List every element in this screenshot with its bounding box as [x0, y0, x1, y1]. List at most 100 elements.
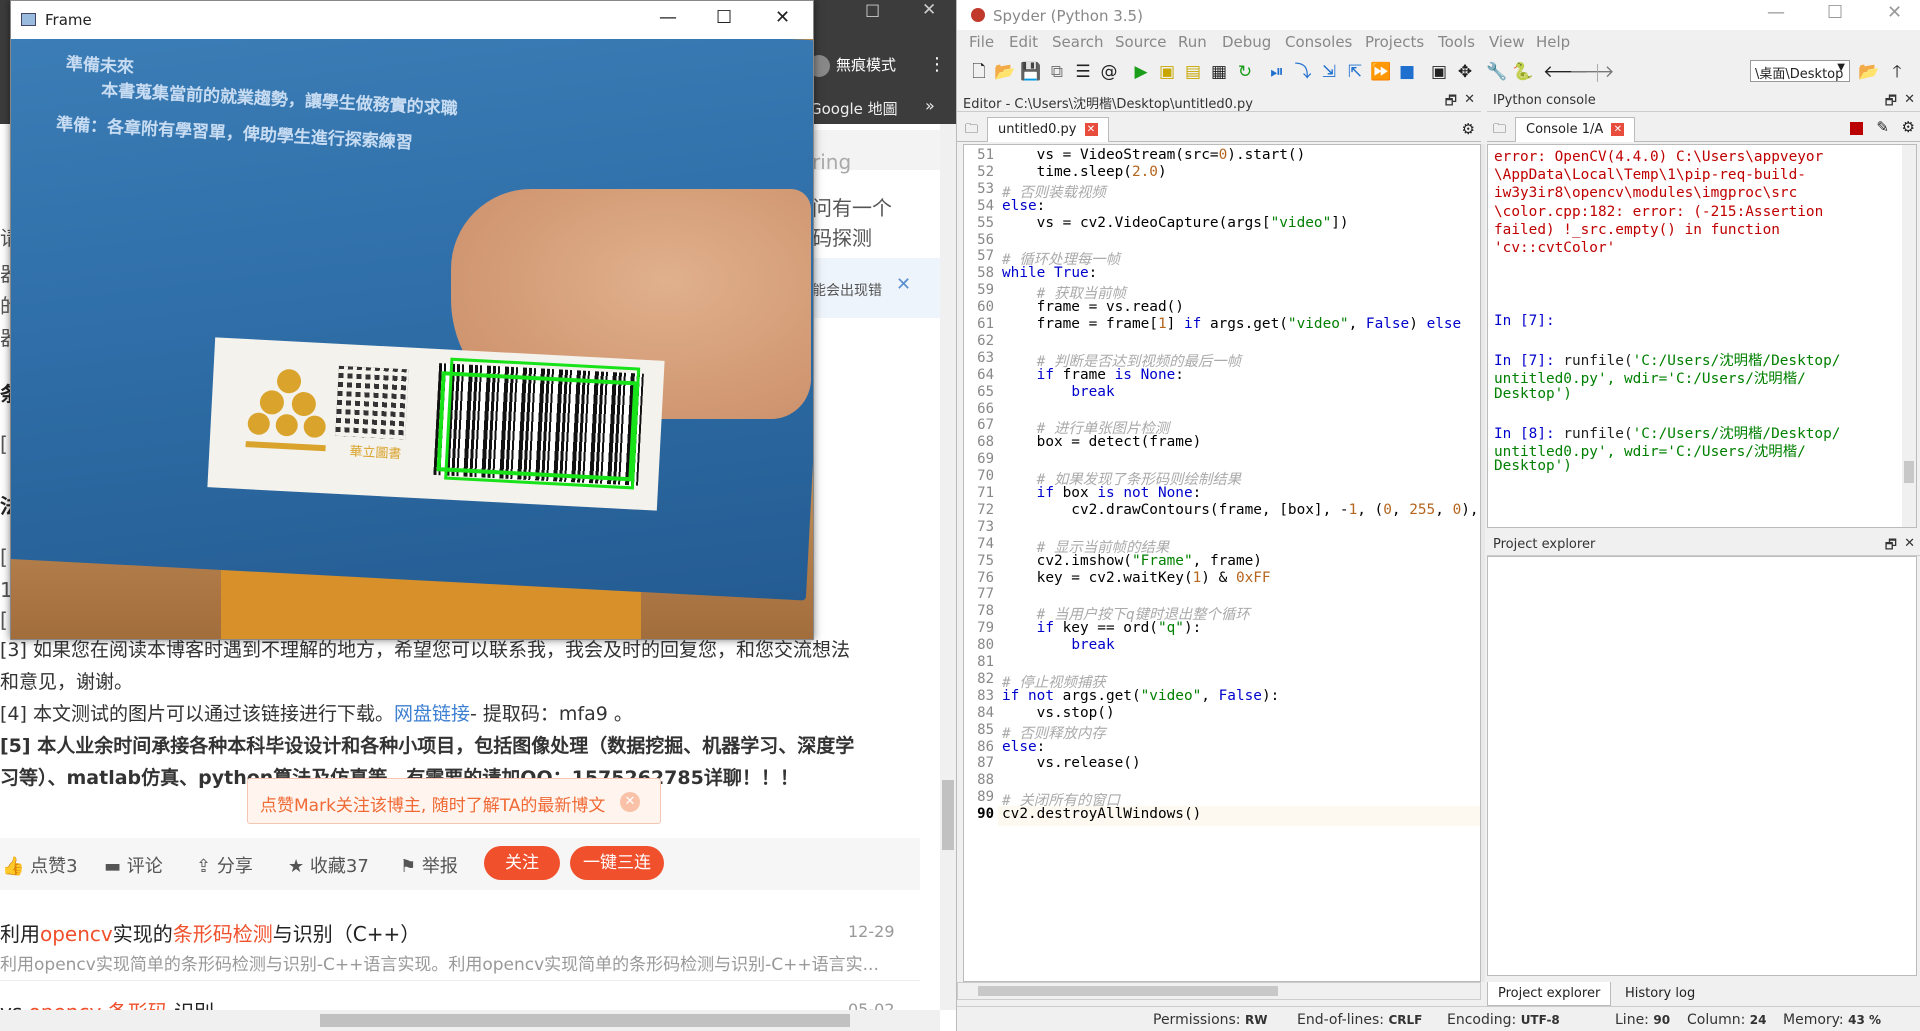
ipython-console[interactable]: error: OpenCV(4.4.0) C:\Users\appveyor \A…	[1487, 144, 1917, 528]
undock-icon[interactable]: 🗗	[1885, 92, 1897, 114]
menu-tools[interactable]: Tools	[1438, 33, 1475, 51]
tab-close-icon[interactable]: ✕	[1084, 123, 1098, 136]
code-editor[interactable]: 51 52 53 54 55 56 57 58 59 60 61 62 63 64 65 66 67 68 69 70…	[963, 144, 1481, 982]
stop-debug-icon[interactable]: ■	[1395, 60, 1419, 84]
gear-icon[interactable]: ⚙	[1462, 120, 1475, 138]
python-path-icon[interactable]: 🐍	[1511, 60, 1535, 84]
menu-edit[interactable]: Edit	[1009, 33, 1038, 51]
undock-icon[interactable]: 🗗	[1885, 536, 1897, 558]
project-header-label: Project explorer	[1493, 537, 1596, 552]
maximize-icon[interactable]: ☐	[716, 7, 732, 28]
splitter[interactable]	[1481, 144, 1485, 982]
close-pane-icon[interactable]: ✕	[1904, 536, 1915, 551]
bookmarks-overflow-icon[interactable]: »	[925, 96, 935, 115]
incognito-indicator[interactable]: 無痕模式	[808, 54, 896, 77]
browser-horizontal-scrollbar[interactable]	[0, 1010, 940, 1031]
fullscreen-icon[interactable]: ✥	[1453, 60, 1477, 84]
triple-action-button[interactable]: 一键三连	[570, 846, 664, 880]
menu-view[interactable]: View	[1489, 33, 1525, 51]
scroll-thumb[interactable]	[978, 986, 1278, 996]
parent-directory-icon[interactable]: 🡑	[1885, 60, 1909, 84]
maximize-pane-icon[interactable]: ▣	[1427, 60, 1451, 84]
browser-maximize-icon[interactable]: ☐	[865, 2, 880, 22]
follow-button[interactable]: 关注	[484, 846, 560, 880]
menu-search[interactable]: Search	[1052, 33, 1104, 51]
tab-close-icon[interactable]: ✕	[1611, 123, 1625, 136]
tab-project-explorer[interactable]: Project explorer	[1487, 982, 1612, 1006]
comment-button[interactable]: ▬ 评论	[104, 852, 163, 878]
bookmark-google-maps[interactable]: Google 地圖	[810, 98, 898, 119]
preferences-icon[interactable]: 🔧	[1485, 60, 1509, 84]
browse-tabs-icon[interactable]: 🗀	[965, 120, 978, 142]
related-title-highlight: 条形码检测	[172, 922, 273, 946]
open-file-icon[interactable]: 📂	[993, 60, 1017, 84]
frame-titlebar[interactable]: Frame — ☐ ✕	[11, 1, 813, 39]
stop-kernel-icon[interactable]	[1850, 122, 1863, 135]
collect-button[interactable]: ★ 收藏37	[288, 852, 369, 878]
run-selection-icon[interactable]: ▦	[1207, 60, 1231, 84]
continue-icon[interactable]: ⏩	[1369, 60, 1393, 84]
run-icon[interactable]: ▶	[1129, 60, 1153, 84]
tab-history-log[interactable]: History log	[1615, 982, 1705, 1005]
list-icon[interactable]: ☰	[1071, 60, 1095, 84]
run-cell-advance-icon[interactable]: ▤	[1181, 60, 1205, 84]
menu-debug[interactable]: Debug	[1222, 33, 1271, 51]
working-directory-combo[interactable]: \桌面\Desktop ▼	[1750, 60, 1850, 82]
minimize-icon[interactable]: —	[659, 7, 677, 28]
line-number: 60	[977, 299, 994, 316]
frame-window[interactable]: Frame — ☐ ✕ 準備未來 本書蒐集當前的就業趨勢，讓學生做務實的求職 準…	[10, 0, 814, 640]
save-all-icon[interactable]: ⧉	[1045, 60, 1069, 84]
undock-icon[interactable]: 🗗	[1445, 92, 1457, 114]
close-pane-icon[interactable]: ✕	[1464, 92, 1475, 107]
spyder-titlebar[interactable]: Spyder (Python 3.5) — ☐ ✕	[957, 0, 1920, 30]
browse-directory-icon[interactable]: 📂	[1857, 60, 1881, 84]
menu-file[interactable]: File	[969, 33, 994, 51]
status-label: Encoding:	[1447, 1012, 1517, 1028]
gear-icon[interactable]: ⚙	[1902, 118, 1915, 136]
back-icon[interactable]: 🡐	[1543, 60, 1589, 84]
scroll-thumb[interactable]	[942, 780, 954, 850]
menu-run[interactable]: Run	[1178, 33, 1207, 51]
run-cell-icon[interactable]: ▣	[1155, 60, 1179, 84]
like-button[interactable]: 👍 点赞3	[2, 852, 78, 878]
scroll-thumb[interactable]	[320, 1014, 850, 1027]
menu-help[interactable]: Help	[1536, 33, 1570, 51]
browser-close-icon[interactable]: ✕	[922, 0, 936, 20]
console-scrollbar[interactable]	[1902, 145, 1916, 527]
menu-consoles[interactable]: Consoles	[1285, 33, 1352, 51]
step-return-icon[interactable]: ⇱	[1343, 60, 1367, 84]
browser-vertical-scrollbar[interactable]	[940, 124, 956, 1010]
editor-tab[interactable]: untitled0.py ✕	[987, 117, 1109, 142]
save-icon[interactable]: 💾	[1019, 60, 1043, 84]
close-icon[interactable]: ✕	[775, 7, 790, 28]
report-button[interactable]: ⚑ 举报	[400, 852, 458, 878]
related-item-title[interactable]: 利用opencv实现的条形码检测与识别（C++）	[0, 918, 420, 947]
at-icon[interactable]: @	[1097, 60, 1121, 84]
menu-source[interactable]: Source	[1115, 33, 1167, 51]
console-tab[interactable]: Console 1/A ✕	[1515, 117, 1636, 142]
tip-close-icon[interactable]: ✕	[620, 792, 640, 812]
menu-projects[interactable]: Projects	[1365, 33, 1424, 51]
browse-tabs-icon[interactable]: 🗀	[1493, 120, 1506, 142]
forward-icon[interactable]: 🡒	[1569, 60, 1615, 84]
close-pane-icon[interactable]: ✕	[1904, 92, 1915, 107]
new-file-icon[interactable]: 🗋	[967, 60, 991, 84]
code-line: break	[1071, 383, 1115, 400]
maximize-icon[interactable]: ☐	[1827, 2, 1843, 23]
minimize-icon[interactable]: —	[1767, 2, 1785, 23]
project-explorer[interactable]	[1487, 556, 1917, 976]
debug-icon[interactable]: ⏯	[1265, 60, 1289, 84]
clear-console-icon[interactable]: ✎	[1876, 118, 1889, 136]
line-number: 83	[977, 687, 994, 704]
step-into-icon[interactable]: ⇲	[1317, 60, 1341, 84]
comment-label: 评论	[126, 856, 163, 877]
notice-close-icon[interactable]: ✕	[896, 274, 911, 295]
editor-horizontal-scrollbar[interactable]	[957, 982, 1481, 1000]
close-icon[interactable]: ✕	[1887, 2, 1902, 23]
step-icon[interactable]: ⤵	[1291, 60, 1315, 84]
browser-menu-icon[interactable]: ⋮	[928, 54, 946, 75]
share-button[interactable]: ⇪ 分享	[196, 852, 253, 878]
netdisk-link[interactable]: 网盘链接	[394, 703, 470, 725]
rerun-icon[interactable]: ↻	[1233, 60, 1257, 84]
scroll-thumb[interactable]	[1904, 461, 1914, 483]
